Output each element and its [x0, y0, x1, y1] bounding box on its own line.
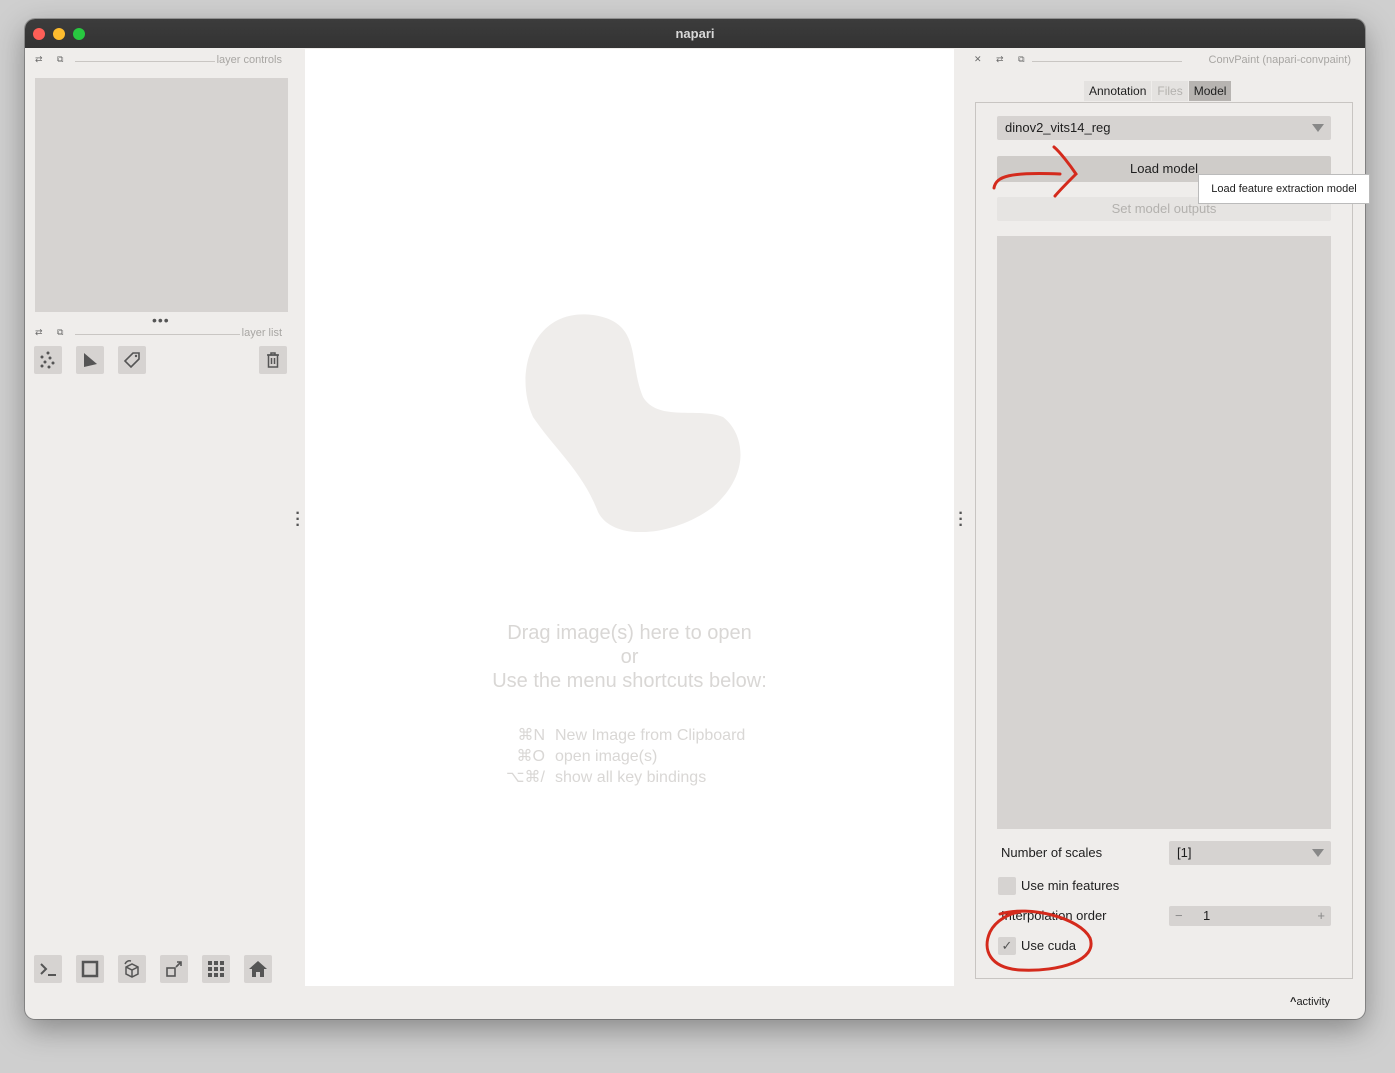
napari-logo-icon — [525, 314, 741, 532]
shortcut-keys: ⌘N — [517, 727, 545, 744]
transpose-icon — [166, 961, 182, 977]
shortcut-row: ⌘O open image(s) — [485, 746, 658, 766]
resize-handle-icon[interactable]: ••• — [152, 312, 170, 328]
interpolation-order-spinbox[interactable]: − 1 + — [1169, 906, 1331, 926]
layer-list-title: layer list — [241, 327, 282, 339]
points-icon — [40, 351, 55, 369]
header-divider — [1032, 61, 1182, 62]
model-outputs-list — [997, 236, 1331, 829]
model-select[interactable]: dinov2_vits14_reg — [997, 116, 1331, 140]
layer-controls-panel — [35, 78, 288, 312]
number-of-scales-select[interactable]: [1] — [1169, 841, 1331, 865]
decrement-icon[interactable]: − — [1175, 906, 1183, 926]
model-select-value: dinov2_vits14_reg — [1005, 120, 1111, 135]
shortcut-keys: ⌥⌘/ — [506, 769, 545, 786]
tab-annotation[interactable]: Annotation — [1084, 81, 1152, 101]
dock-float-icons[interactable]: ⇄ ⧉ — [35, 54, 69, 65]
header-divider — [75, 61, 215, 62]
welcome-text-line-1: Drag image(s) here to open — [507, 622, 752, 644]
maximize-window-button[interactable] — [73, 28, 85, 40]
title-bar: napari — [25, 19, 1365, 48]
load-model-tooltip: Load feature extraction model — [1198, 174, 1370, 204]
dock-close-float-icons[interactable]: ✕ ⇄ ⧉ — [974, 54, 1031, 65]
toggle-ndisplay-button[interactable] — [76, 955, 104, 983]
interpolation-order-value: 1 — [1203, 908, 1211, 923]
transpose-dimensions-button[interactable] — [160, 955, 188, 983]
shortcut-keys: ⌘O — [516, 748, 545, 765]
dropdown-arrow-icon — [1312, 124, 1324, 132]
number-of-scales-value: [1] — [1177, 845, 1192, 860]
label-tag-icon — [123, 352, 140, 369]
grid-icon — [208, 961, 224, 977]
window-title: napari — [675, 26, 715, 41]
close-window-button[interactable] — [33, 28, 45, 40]
new-points-layer-button[interactable] — [34, 346, 62, 374]
layer-controls-header: ⇄ ⧉ layer controls — [35, 54, 282, 68]
use-min-features-checkbox[interactable] — [998, 877, 1016, 895]
shortcut-label: open image(s) — [555, 748, 658, 765]
trash-icon — [267, 352, 279, 368]
interpolation-order-label: Interpolation order — [1001, 908, 1107, 923]
use-cuda-checkbox[interactable]: ✓ — [998, 937, 1016, 955]
reset-view-button[interactable] — [244, 955, 272, 983]
console-button[interactable] — [34, 955, 62, 983]
right-splitter-handle[interactable]: · · · — [958, 506, 964, 534]
home-icon — [249, 961, 267, 977]
convpaint-dock-title: ConvPaint (napari-convpaint) — [1208, 54, 1351, 66]
tab-model[interactable]: Model — [1188, 81, 1232, 101]
viewer-canvas[interactable]: Drag image(s) here to open or Use the me… — [305, 49, 954, 986]
left-splitter-handle[interactable]: · · · — [295, 506, 301, 534]
shortcut-label: New Image from Clipboard — [555, 727, 746, 744]
console-icon — [40, 963, 56, 976]
napari-window: napari ⇄ ⧉ layer controls ••• ⇄ ⧉ layer … — [25, 19, 1365, 1019]
header-divider — [75, 334, 240, 335]
convpaint-tabs: Annotation Files Model — [1084, 81, 1232, 101]
welcome-text-line-3: Use the menu shortcuts below: — [492, 670, 767, 692]
dropdown-arrow-icon — [1312, 849, 1324, 857]
shortcut-row: ⌥⌘/ show all key bindings — [485, 767, 706, 787]
square-icon — [81, 960, 99, 978]
new-shapes-layer-button[interactable] — [76, 346, 104, 374]
dock-float-icons[interactable]: ⇄ ⧉ — [35, 327, 69, 338]
use-cuda-label: Use cuda — [1021, 938, 1076, 953]
layer-list-header: ⇄ ⧉ layer list — [35, 327, 282, 341]
delete-layer-button[interactable] — [259, 346, 287, 374]
shortcut-row: ⌘N New Image from Clipboard — [485, 725, 745, 745]
increment-icon[interactable]: + — [1317, 906, 1325, 926]
number-of-scales-label: Number of scales — [1001, 845, 1103, 860]
grid-view-button[interactable] — [202, 955, 230, 983]
minimize-window-button[interactable] — [53, 28, 65, 40]
activity-label: activity — [1296, 996, 1331, 1008]
cube-rotate-icon — [124, 960, 139, 978]
activity-toggle[interactable]: ^activity — [1290, 996, 1330, 1008]
layer-controls-title: layer controls — [216, 54, 282, 66]
shapes-icon — [84, 353, 97, 367]
shortcut-label: show all key bindings — [555, 769, 707, 786]
welcome-text-line-2: or — [620, 646, 639, 668]
new-labels-layer-button[interactable] — [118, 346, 146, 374]
tab-files[interactable]: Files — [1152, 81, 1188, 101]
roll-dimensions-button[interactable] — [118, 955, 146, 983]
use-min-features-label: Use min features — [1021, 878, 1120, 893]
convpaint-dock-header: ✕ ⇄ ⧉ ConvPaint (napari-convpaint) — [974, 54, 1351, 68]
